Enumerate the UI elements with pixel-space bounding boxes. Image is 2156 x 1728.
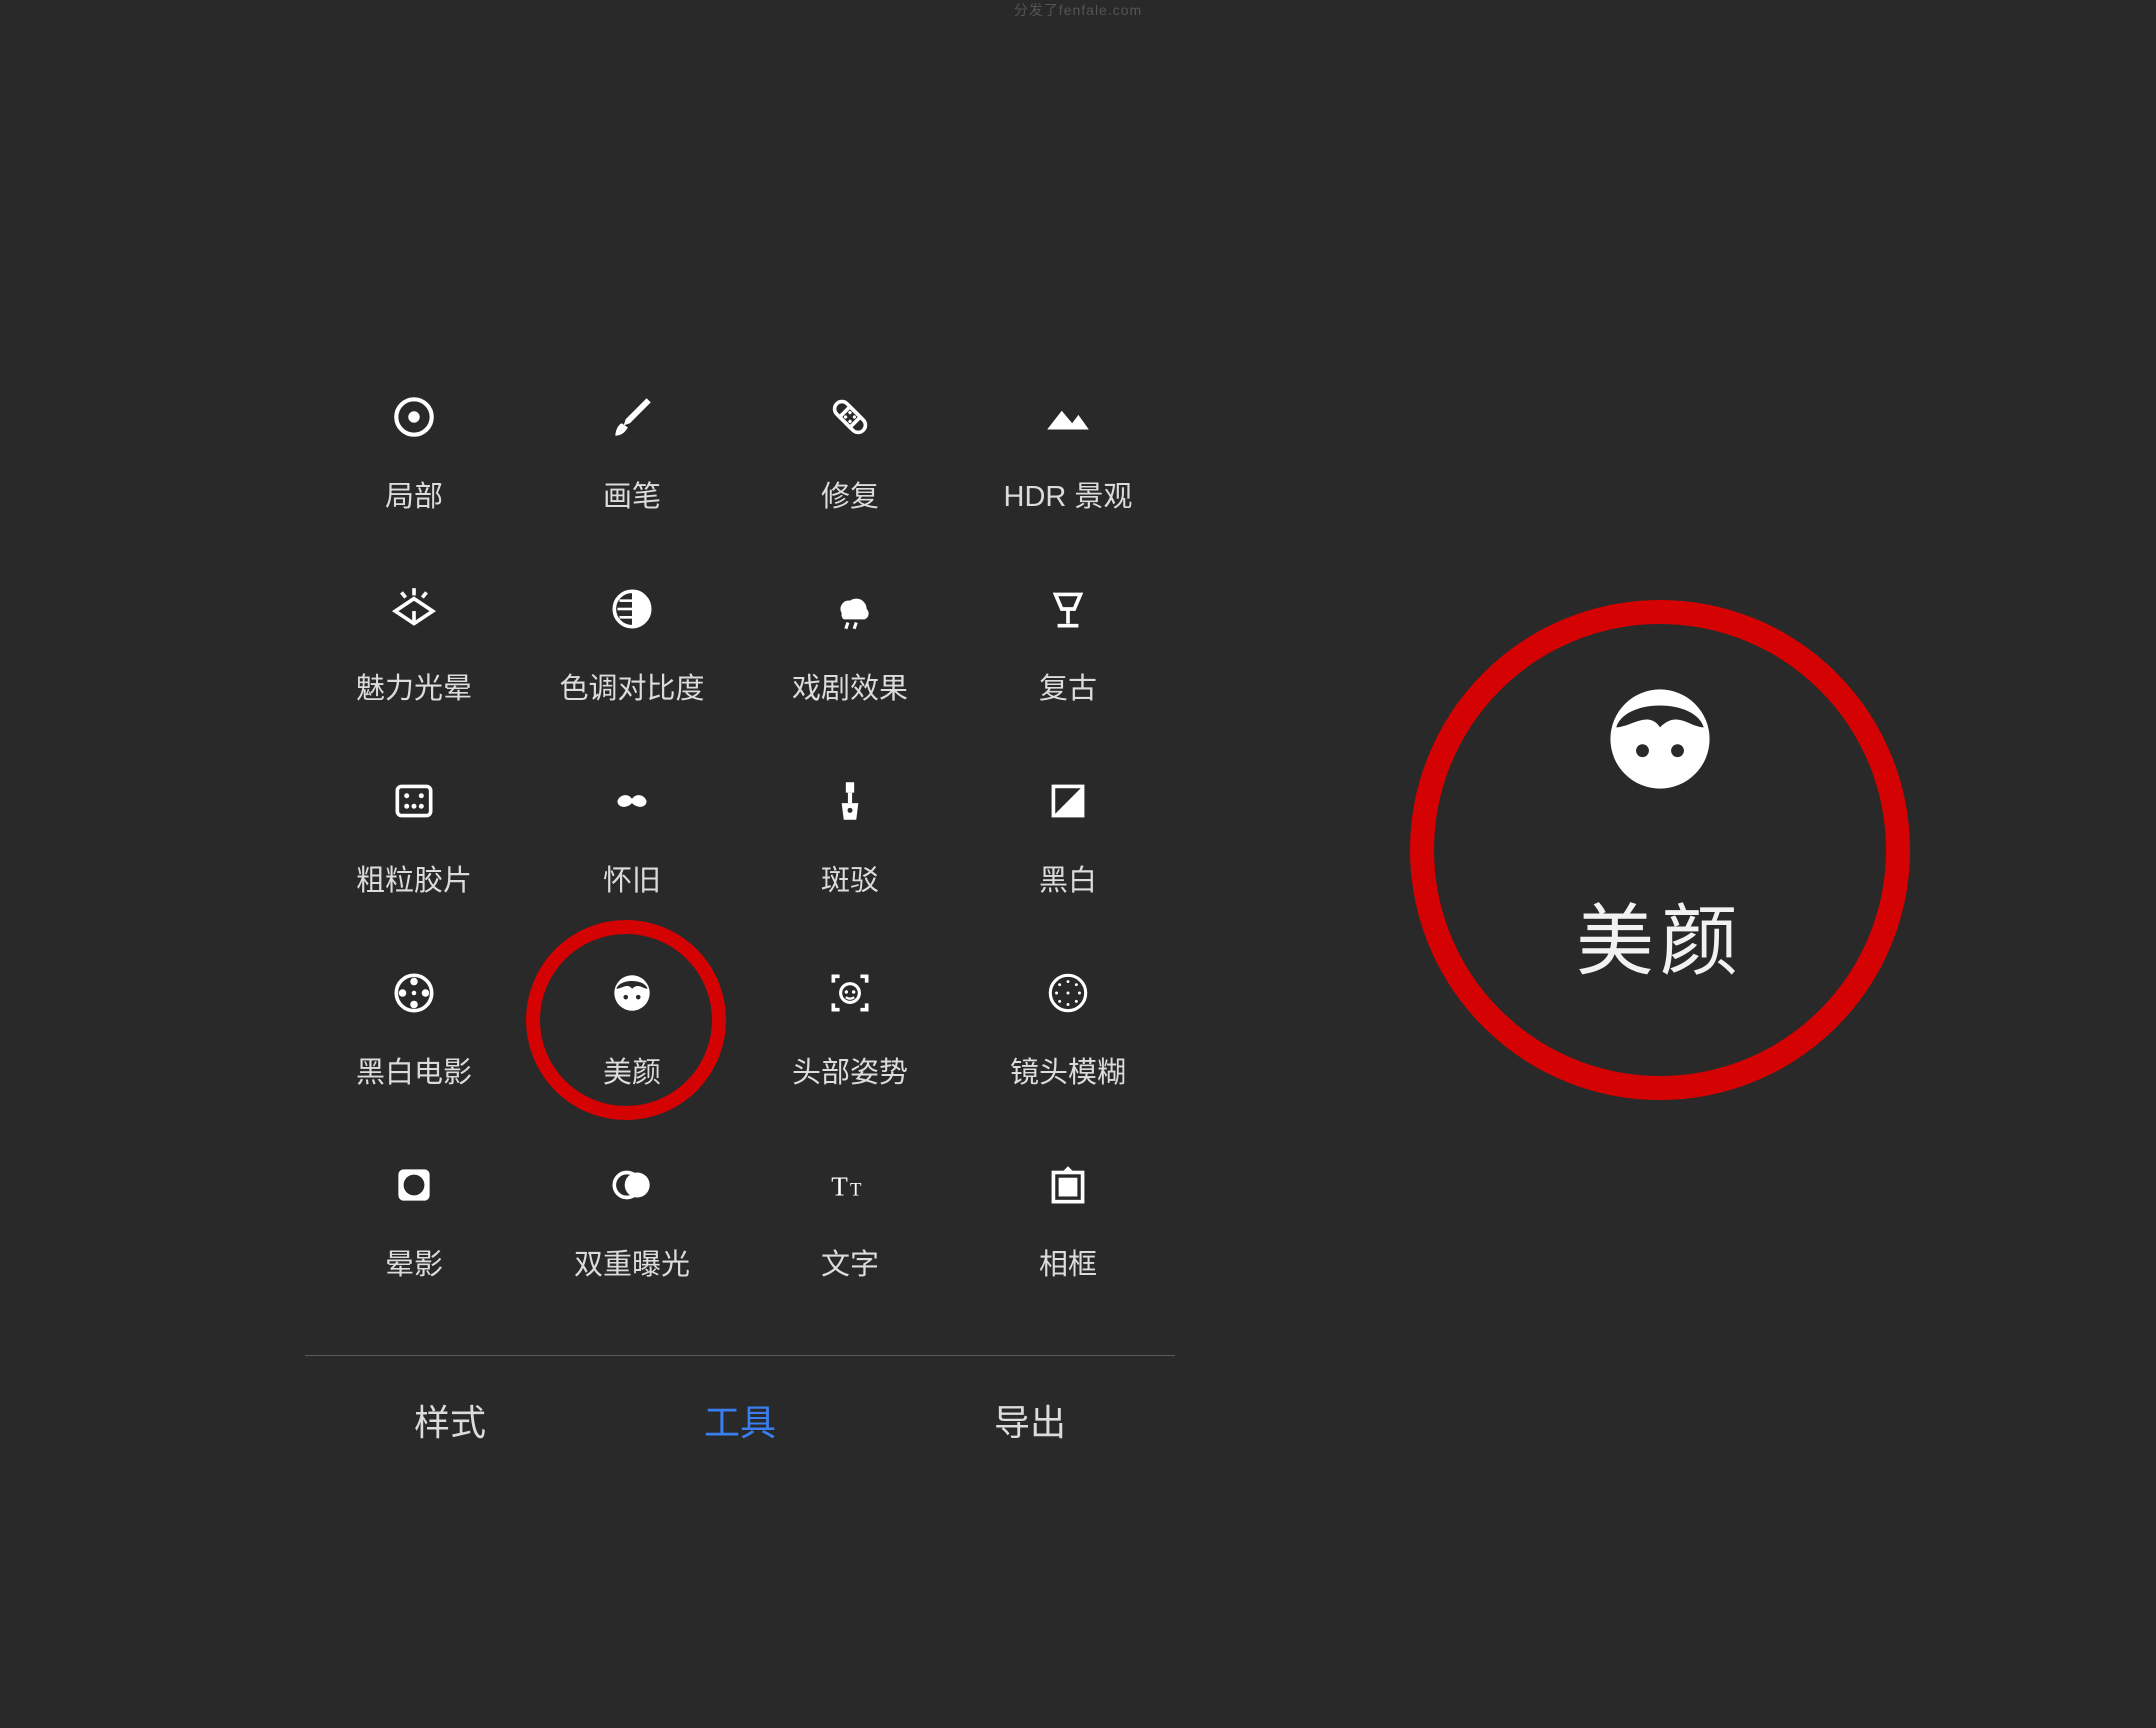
tool-grunge[interactable]: 斑驳	[741, 759, 959, 951]
brush-icon	[602, 387, 662, 447]
tool-label: 镜头模糊	[1010, 1049, 1126, 1091]
tab-export[interactable]: 导出	[994, 1394, 1066, 1446]
tool-healing[interactable]: 修复	[741, 375, 959, 567]
tool-label: 文字	[821, 1241, 879, 1283]
svg-text:T: T	[850, 1179, 862, 1200]
landscape-icon	[1038, 387, 1098, 447]
text-icon: TT	[820, 1155, 880, 1215]
tool-label: 魅力光晕	[356, 665, 472, 707]
tab-styles[interactable]: 样式	[414, 1394, 486, 1446]
mustache-icon	[602, 771, 662, 831]
tool-text[interactable]: TT 文字	[741, 1143, 959, 1335]
tool-label: 头部姿势	[792, 1049, 908, 1091]
tool-label: 修复	[821, 473, 879, 515]
tool-label: 双重曝光	[574, 1241, 690, 1283]
zoom-callout: 美颜	[1410, 600, 1910, 1100]
svg-text:T: T	[831, 1171, 848, 1201]
tool-hdr[interactable]: HDR 景观	[959, 375, 1177, 567]
face-detect-icon	[820, 963, 880, 1023]
tool-bw[interactable]: 黑白	[959, 759, 1177, 951]
double-exposure-icon	[602, 1155, 662, 1215]
tool-lensblur[interactable]: 镜头模糊	[959, 951, 1177, 1143]
tool-noir[interactable]: 黑白电影	[305, 951, 523, 1143]
vignette-icon	[384, 1155, 444, 1215]
tool-brush[interactable]: 画笔	[523, 375, 741, 567]
tool-portrait[interactable]: 美颜	[523, 951, 741, 1143]
tools-grid: 局部 画笔 修复 HDR 景观 魅力光晕	[305, 375, 1175, 1335]
tool-vintage[interactable]: 复古	[959, 567, 1177, 759]
aperture-icon	[1038, 963, 1098, 1023]
tool-label: 画笔	[603, 473, 661, 515]
tool-label: 戏剧效果	[792, 665, 908, 707]
face-icon	[1590, 669, 1730, 809]
tonal-icon	[602, 579, 662, 639]
tool-label: 局部	[385, 473, 443, 515]
guitar-icon	[820, 771, 880, 831]
lamp-icon	[1038, 579, 1098, 639]
tool-label: 晕影	[385, 1241, 443, 1283]
tool-grainy[interactable]: 粗粒胶片	[305, 759, 523, 951]
tool-glamour[interactable]: 魅力光晕	[305, 567, 523, 759]
tool-label: 色调对比度	[559, 665, 704, 707]
tool-doubleexp[interactable]: 双重曝光	[523, 1143, 741, 1335]
divider	[305, 1355, 1175, 1356]
tool-headpose[interactable]: 头部姿势	[741, 951, 959, 1143]
film-icon	[384, 771, 444, 831]
tool-label: 相框	[1039, 1241, 1097, 1283]
tool-label: 斑驳	[821, 857, 879, 899]
tool-tonal[interactable]: 色调对比度	[523, 567, 741, 759]
cloud-icon	[820, 579, 880, 639]
bandage-icon	[820, 387, 880, 447]
zoom-label: 美颜	[1576, 879, 1744, 991]
tool-label: 粗粒胶片	[356, 857, 472, 899]
watermark-text: 分发了fenfale.com	[1014, 0, 1142, 20]
bottom-tabs: 样式 工具 导出	[305, 1394, 1175, 1446]
frame-icon	[1038, 1155, 1098, 1215]
tool-label: 复古	[1039, 665, 1097, 707]
tool-vignette[interactable]: 晕影	[305, 1143, 523, 1335]
glow-icon	[384, 579, 444, 639]
tool-label: 黑白	[1039, 857, 1097, 899]
tool-label: 黑白电影	[356, 1049, 472, 1091]
tools-panel: 局部 画笔 修复 HDR 景观 魅力光晕	[305, 375, 1175, 1446]
reel-icon	[384, 963, 444, 1023]
tool-label: 怀旧	[603, 857, 661, 899]
tool-label: HDR 景观	[1004, 473, 1133, 515]
face-icon	[602, 963, 662, 1023]
tool-drama[interactable]: 戏剧效果	[741, 567, 959, 759]
tool-frames[interactable]: 相框	[959, 1143, 1177, 1335]
target-icon	[384, 387, 444, 447]
tool-retrolux[interactable]: 怀旧	[523, 759, 741, 951]
tab-tools[interactable]: 工具	[704, 1394, 776, 1446]
bw-icon	[1038, 771, 1098, 831]
tool-label: 美颜	[603, 1049, 661, 1091]
tool-selective[interactable]: 局部	[305, 375, 523, 567]
